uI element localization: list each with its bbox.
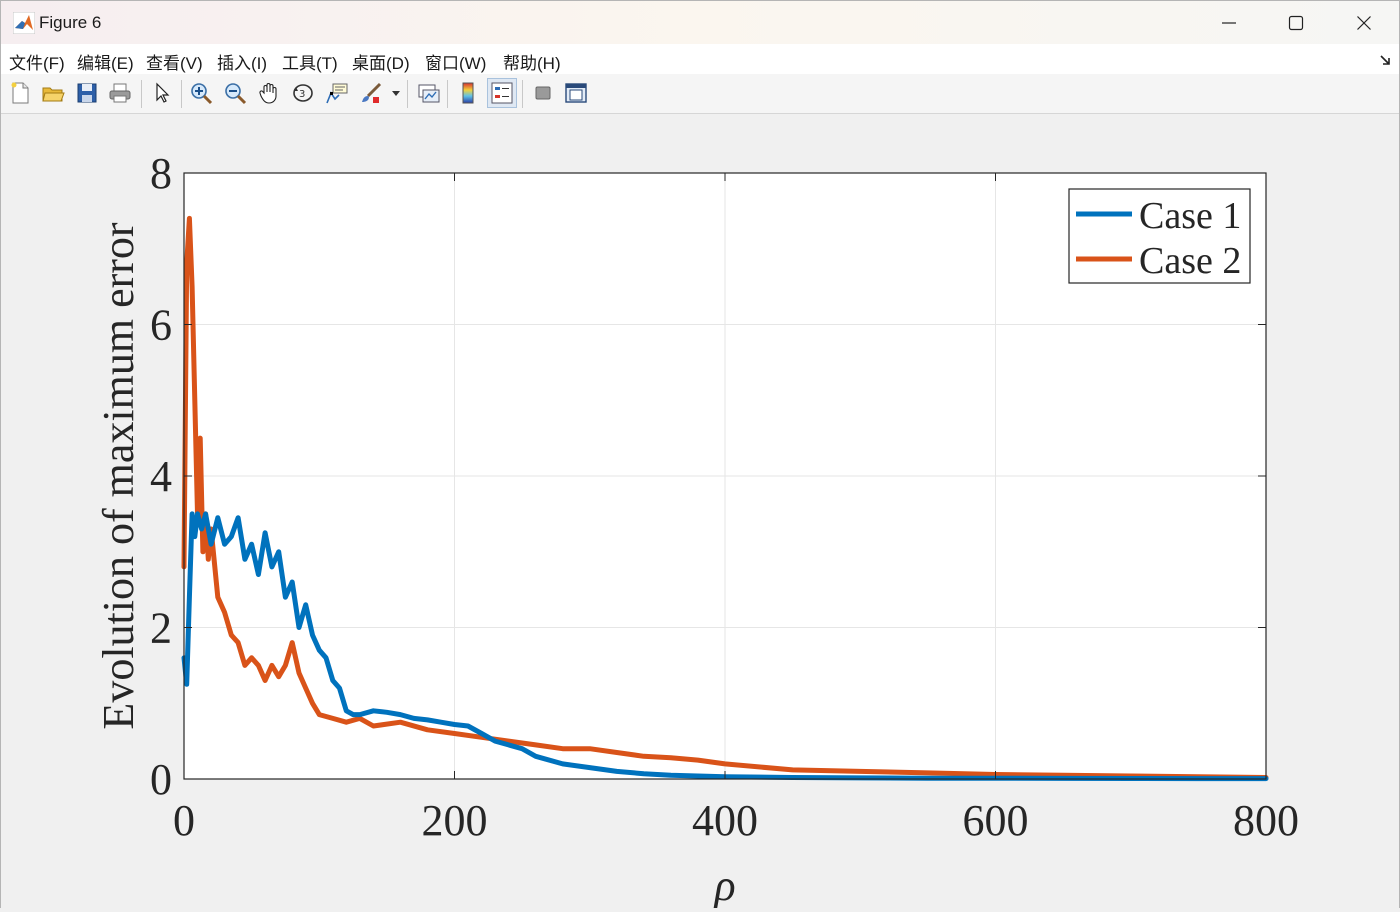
minimize-button[interactable] [1196, 1, 1262, 44]
hide-plot-tools-icon [535, 86, 551, 100]
brush-button[interactable] [356, 78, 386, 108]
rotate-3d-button[interactable]: 3 [288, 78, 318, 108]
close-button[interactable] [1331, 1, 1397, 44]
legend-icon [491, 82, 513, 104]
link-plot-icon [418, 84, 440, 103]
toolbar-separator [447, 80, 448, 108]
toolbar-separator [407, 80, 408, 108]
pan-hand-icon [259, 83, 277, 104]
x-tick-label: 0 [173, 796, 195, 845]
legend-label-case-2: Case 2 [1139, 240, 1241, 282]
zoom-out-icon [225, 83, 247, 105]
brush-icon [362, 82, 382, 103]
maximize-button[interactable] [1263, 1, 1329, 44]
toolbar-separator [522, 80, 523, 108]
menu-bar: 文件(F) 编辑(E) 查看(V) 插入(I) 工具(T) 桌面(D) 窗口(W… [1, 44, 1399, 74]
matlab-logo-icon [13, 12, 35, 34]
new-figure-icon [11, 82, 29, 104]
menu-insert[interactable]: 插入(I) [217, 49, 267, 74]
menu-desktop[interactable]: 桌面(D) [352, 49, 410, 74]
menu-view[interactable]: 查看(V) [146, 49, 203, 74]
y-tick-label: 8 [150, 149, 172, 198]
y-tick-label: 6 [150, 301, 172, 350]
legend[interactable]: Case 1 Case 2 [1068, 188, 1251, 284]
rotate-3d-icon: 3 [293, 84, 313, 102]
x-tick-label: 400 [692, 796, 758, 845]
link-plot-button[interactable] [413, 78, 443, 108]
menu-window[interactable]: 窗口(W) [425, 49, 486, 74]
edit-plot-arrow-icon [156, 82, 170, 103]
toolbar-separator [141, 80, 142, 108]
brush-dropdown-button[interactable] [389, 78, 403, 108]
colorbar-icon [462, 82, 474, 104]
minimize-icon [1222, 21, 1236, 24]
maximize-icon [1288, 15, 1304, 30]
pan-button[interactable] [254, 78, 284, 108]
data-cursor-button[interactable] [322, 78, 352, 108]
menu-file[interactable]: 文件(F) [9, 49, 65, 74]
print-button[interactable] [105, 78, 135, 108]
line-plot[interactable]: 0 200 400 600 800 0 2 4 6 8 ρ Evolution of maximu… [1, 114, 1399, 910]
legend-label-case-1: Case 1 [1139, 195, 1241, 237]
menu-tools[interactable]: 工具(T) [282, 49, 338, 74]
brush-dropdown-icon [392, 91, 400, 96]
y-tick-label: 0 [150, 755, 172, 804]
x-tick-label: 600 [963, 796, 1029, 845]
save-button[interactable] [72, 78, 102, 108]
x-tick-label: 800 [1233, 796, 1299, 845]
open-file-button[interactable] [38, 78, 68, 108]
edit-plot-button[interactable] [147, 78, 177, 108]
toolbar-separator [181, 80, 182, 108]
y-tick-label: 4 [150, 452, 172, 501]
zoom-in-button[interactable] [186, 78, 216, 108]
print-icon [109, 83, 131, 103]
menu-help[interactable]: 帮助(H) [503, 49, 561, 74]
hide-plot-tools-button[interactable] [528, 78, 558, 108]
figure-toolbar: 3 [1, 74, 1399, 114]
y-axis-label: Evolution of maximum error [94, 222, 143, 729]
zoom-in-icon [191, 83, 213, 105]
zoom-out-button[interactable] [220, 78, 250, 108]
legend-button[interactable] [487, 78, 517, 108]
close-icon [1357, 15, 1371, 30]
window-title: Figure 6 [39, 13, 102, 32]
svg-text:3: 3 [299, 89, 305, 100]
dock-arrow-icon[interactable] [1379, 53, 1393, 67]
figure-canvas: 0 200 400 600 800 0 2 4 6 8 ρ Evolution of maximu… [1, 114, 1399, 910]
x-tick-label: 200 [422, 796, 488, 845]
show-plot-tools-button[interactable] [561, 78, 591, 108]
colorbar-button[interactable] [453, 78, 483, 108]
show-plot-tools-icon [565, 83, 587, 103]
y-tick-label: 2 [150, 604, 172, 653]
figure-window: Figure 6 文件(F) 编辑(E) 查看(V) 插入(I) 工具(T) 桌… [0, 0, 1400, 910]
menu-edit[interactable]: 编辑(E) [77, 49, 134, 74]
new-figure-button[interactable] [5, 78, 35, 108]
x-axis-label: ρ [712, 861, 735, 908]
title-bar[interactable]: Figure 6 [1, 1, 1399, 44]
data-cursor-icon [326, 83, 348, 104]
open-file-icon [42, 87, 65, 102]
save-icon [77, 83, 97, 103]
